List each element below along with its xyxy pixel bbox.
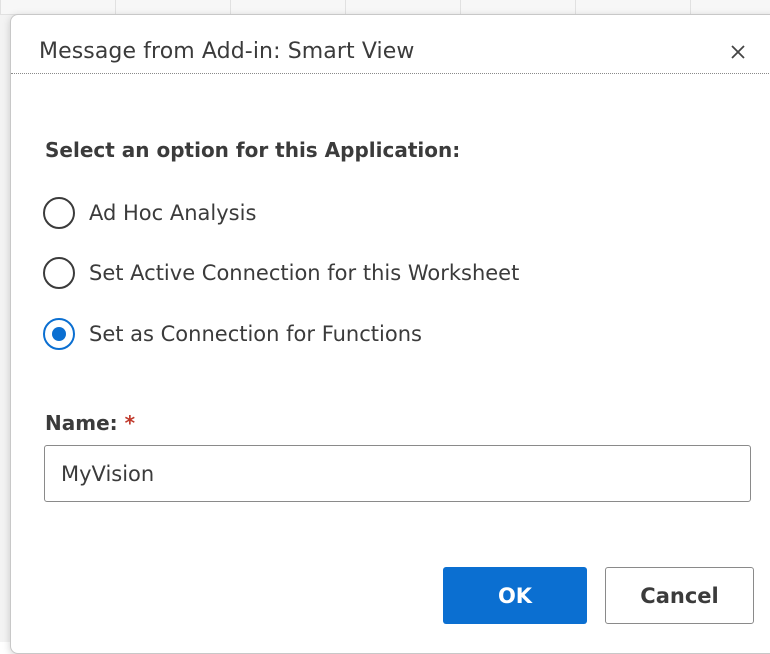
radio-option-set-active-connection[interactable]: Set Active Connection for this Worksheet bbox=[43, 253, 519, 293]
name-input[interactable] bbox=[44, 445, 751, 502]
close-button[interactable] bbox=[723, 37, 753, 67]
radio-unchecked-icon[interactable] bbox=[43, 197, 75, 229]
smart-view-dialog: Message from Add-in: Smart View Select a… bbox=[10, 14, 770, 654]
dialog-title-bar: Message from Add-in: Smart View bbox=[11, 15, 770, 74]
close-icon bbox=[731, 45, 745, 59]
ok-button[interactable]: OK bbox=[443, 567, 587, 624]
dialog-title: Message from Add-in: Smart View bbox=[39, 39, 415, 64]
required-marker: * bbox=[124, 411, 136, 435]
radio-label: Set as Connection for Functions bbox=[89, 322, 422, 346]
radio-selected-dot bbox=[52, 327, 66, 341]
cancel-button[interactable]: Cancel bbox=[605, 567, 754, 624]
radio-label: Set Active Connection for this Worksheet bbox=[89, 261, 520, 285]
name-label-text: Name: bbox=[45, 411, 118, 435]
radio-option-ad-hoc-analysis[interactable]: Ad Hoc Analysis bbox=[43, 193, 256, 233]
option-prompt: Select an option for this Application: bbox=[45, 138, 461, 162]
radio-unchecked-icon[interactable] bbox=[43, 257, 75, 289]
radio-label: Ad Hoc Analysis bbox=[89, 201, 257, 225]
name-field-label: Name: * bbox=[45, 411, 135, 435]
radio-checked-icon[interactable] bbox=[43, 318, 75, 350]
radio-option-connection-for-functions[interactable]: Set as Connection for Functions bbox=[43, 314, 422, 354]
spreadsheet-grid-strip bbox=[0, 0, 770, 15]
